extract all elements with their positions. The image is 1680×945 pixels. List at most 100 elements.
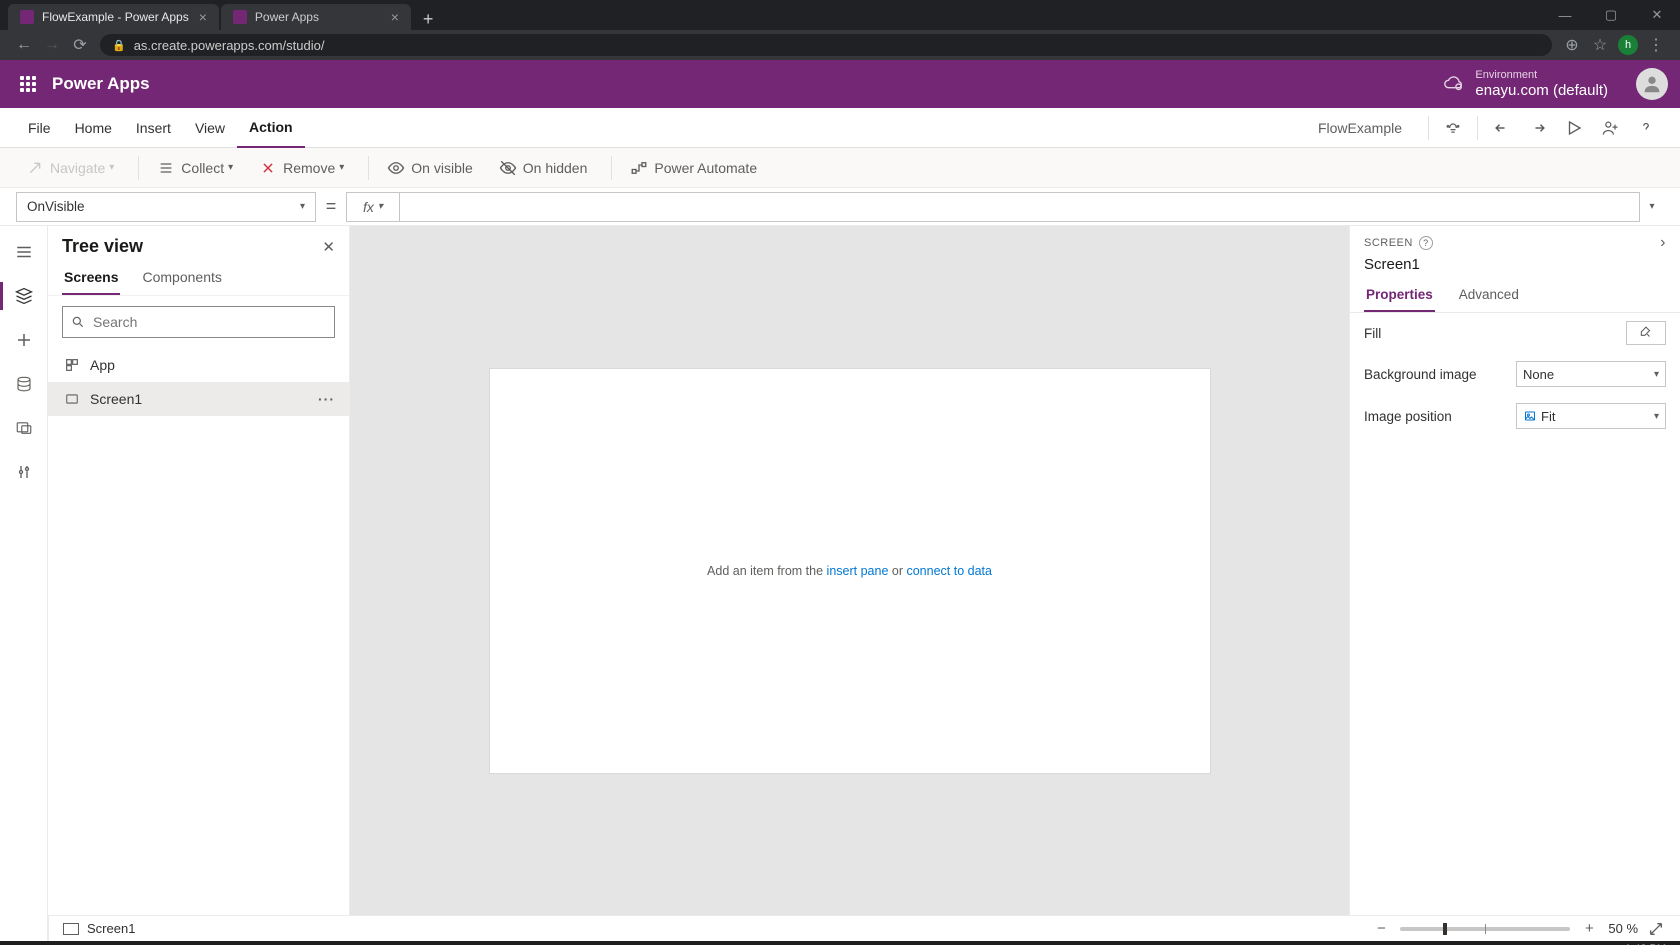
tab-title: Power Apps: [255, 10, 319, 24]
screen-canvas[interactable]: Add an item from the insert pane or conn…: [490, 369, 1210, 773]
browser-tab-strip: FlowExample - Power Apps × Power Apps × …: [0, 0, 1680, 30]
breadcrumb[interactable]: Screen1: [63, 921, 135, 936]
zoom-icon[interactable]: ⊕: [1558, 35, 1586, 55]
tree-view-nav[interactable]: [4, 274, 44, 318]
new-tab-button[interactable]: +: [413, 9, 444, 30]
taskbar-app-other[interactable]: [484, 941, 524, 945]
menu-file[interactable]: File: [16, 108, 63, 148]
formula-bar: OnVisible ▾ = fx▾ ▾: [0, 188, 1680, 226]
app-name-label[interactable]: FlowExample: [1310, 120, 1410, 136]
data-nav[interactable]: [4, 362, 44, 406]
expand-panel-icon[interactable]: ›: [1660, 234, 1666, 252]
redo-button[interactable]: [1520, 110, 1556, 146]
window-minimize-button[interactable]: —: [1542, 0, 1588, 30]
tab-close-icon[interactable]: ×: [381, 9, 399, 25]
window-maximize-button[interactable]: ▢: [1588, 0, 1634, 30]
app-icon: [62, 357, 82, 373]
back-button[interactable]: ←: [10, 31, 38, 59]
bookmark-icon[interactable]: ☆: [1586, 35, 1614, 55]
menu-action[interactable]: Action: [237, 108, 305, 148]
menu-home[interactable]: Home: [63, 108, 124, 148]
tab-screens[interactable]: Screens: [62, 263, 120, 295]
browser-tab-1[interactable]: FlowExample - Power Apps ×: [8, 4, 219, 30]
taskbar-app-onenote[interactable]: [364, 941, 404, 945]
power-automate-button[interactable]: Power Automate: [620, 152, 767, 184]
address-bar[interactable]: 🔒 as.create.powerapps.com/studio/: [100, 34, 1552, 56]
cortana-button[interactable]: [84, 941, 124, 945]
zoom-slider[interactable]: [1400, 927, 1570, 931]
taskbar-app-edge[interactable]: [164, 941, 204, 945]
bg-image-select[interactable]: None ▾: [1516, 361, 1666, 387]
zoom-in-button[interactable]: +: [1580, 920, 1598, 937]
profile-avatar[interactable]: h: [1618, 35, 1638, 55]
tab-components[interactable]: Components: [140, 263, 223, 295]
left-rail: [0, 226, 48, 915]
menu-view[interactable]: View: [183, 108, 237, 148]
help-button[interactable]: [1628, 110, 1664, 146]
zoom-out-button[interactable]: −: [1372, 920, 1390, 937]
waffle-icon: [20, 76, 36, 92]
hamburger-button[interactable]: [4, 230, 44, 274]
reload-button[interactable]: ⟳: [66, 31, 94, 59]
formula-input[interactable]: [400, 192, 1640, 222]
more-options-icon[interactable]: ···: [318, 391, 335, 407]
search-input[interactable]: [93, 314, 326, 330]
undo-button[interactable]: [1484, 110, 1520, 146]
fx-button[interactable]: fx▾: [346, 192, 400, 222]
collect-button[interactable]: Collect ▾: [147, 152, 243, 184]
insert-pane-link[interactable]: insert pane: [827, 564, 889, 578]
remove-button[interactable]: Remove ▾: [249, 152, 354, 184]
expand-formula-icon[interactable]: ▾: [1640, 201, 1664, 212]
element-name[interactable]: Screen1: [1350, 254, 1680, 283]
close-panel-icon[interactable]: ✕: [322, 238, 335, 256]
tab-close-icon[interactable]: ×: [189, 9, 207, 25]
image-position-select[interactable]: Fit ▾: [1516, 403, 1666, 429]
advanced-tools-nav[interactable]: [4, 450, 44, 494]
environment-picker[interactable]: Environment enayu.com (default): [1431, 69, 1620, 99]
fit-to-window-button[interactable]: [1648, 921, 1666, 937]
user-avatar[interactable]: [1636, 68, 1668, 100]
navigate-icon: [26, 160, 44, 176]
fill-color-button[interactable]: [1626, 321, 1666, 345]
taskbar-app-mail[interactable]: [244, 941, 284, 945]
app-launcher-button[interactable]: [12, 68, 44, 100]
app-checker-icon[interactable]: [1435, 110, 1471, 146]
tab-favicon: [233, 10, 247, 24]
property-selector[interactable]: OnVisible ▾: [16, 192, 316, 222]
browser-tab-2[interactable]: Power Apps ×: [221, 4, 411, 30]
browser-toolbar: ← → ⟳ 🔒 as.create.powerapps.com/studio/ …: [0, 30, 1680, 60]
tab-favicon: [20, 10, 34, 24]
eye-off-icon: [499, 159, 517, 177]
tab-title: FlowExample - Power Apps: [42, 10, 189, 24]
on-hidden-button[interactable]: On hidden: [489, 152, 598, 184]
help-icon[interactable]: ?: [1419, 236, 1433, 250]
tree-search[interactable]: [62, 306, 335, 338]
taskbar-app-chrome[interactable]: [324, 941, 364, 945]
forward-button[interactable]: →: [38, 31, 66, 59]
taskbar-app-teams[interactable]: [404, 941, 444, 945]
tree-node-app[interactable]: App: [48, 348, 349, 382]
tree-view-panel: Tree view ✕ Screens Components App Scree…: [48, 226, 350, 915]
connect-data-link[interactable]: connect to data: [906, 564, 991, 578]
start-button[interactable]: [4, 941, 44, 945]
environment-value: enayu.com (default): [1475, 82, 1608, 99]
taskbar-app-sticky[interactable]: [284, 941, 324, 945]
insert-nav[interactable]: [4, 318, 44, 362]
taskbar-app-explorer[interactable]: [204, 941, 244, 945]
media-nav[interactable]: [4, 406, 44, 450]
menu-insert[interactable]: Insert: [124, 108, 183, 148]
search-button[interactable]: [44, 941, 84, 945]
preview-button[interactable]: [1556, 110, 1592, 146]
share-button[interactable]: [1592, 110, 1628, 146]
canvas-area[interactable]: Add an item from the insert pane or conn…: [350, 226, 1350, 915]
navigate-button[interactable]: Navigate ▾: [16, 152, 124, 184]
task-view-button[interactable]: [124, 941, 164, 945]
tab-properties[interactable]: Properties: [1364, 283, 1435, 312]
taskbar-app-obs[interactable]: [444, 941, 484, 945]
window-close-button[interactable]: ✕: [1634, 0, 1680, 30]
screen-icon: [62, 392, 82, 406]
tab-advanced[interactable]: Advanced: [1457, 283, 1521, 312]
browser-menu-icon[interactable]: ⋮: [1642, 35, 1670, 55]
tree-node-screen1[interactable]: Screen1 ···: [48, 382, 349, 416]
on-visible-button[interactable]: On visible: [377, 152, 482, 184]
